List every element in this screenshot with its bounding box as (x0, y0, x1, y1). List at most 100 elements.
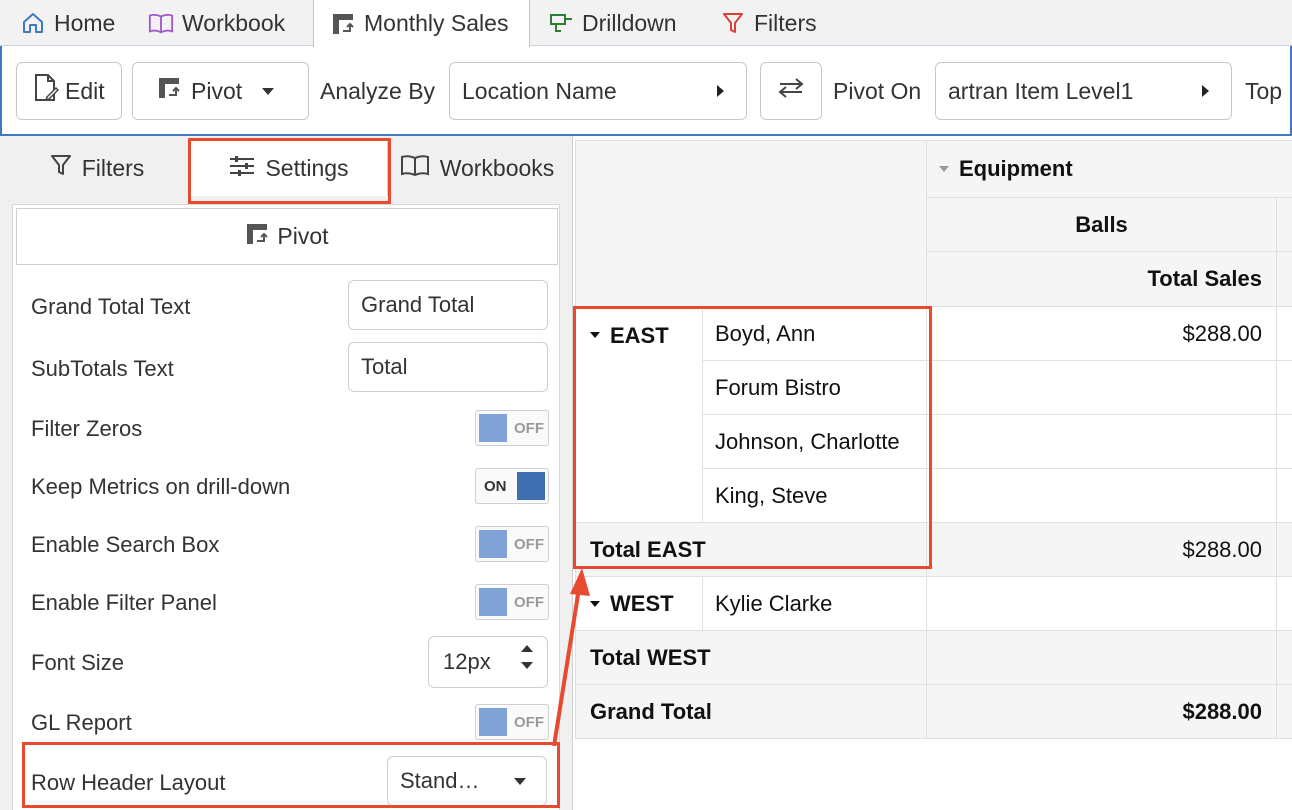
subtotal-value-cell[interactable] (927, 631, 1277, 685)
pivot-section-title: Pivot (277, 223, 329, 249)
measure-header: Total Sales (927, 252, 1277, 307)
subtotals-text-input[interactable]: Total (348, 342, 548, 392)
panel-tab-label: Workbooks (439, 154, 555, 181)
value-cell[interactable]: $288.00 (927, 307, 1277, 361)
keep-metrics-toggle[interactable]: ON (475, 468, 549, 504)
pivot-label: Pivot (191, 77, 243, 104)
pivot-dropdown-button[interactable]: Pivot (132, 62, 309, 120)
grand-total-text-value: Grand Total (361, 292, 475, 317)
row-member[interactable]: Kylie Clarke (703, 577, 927, 631)
grid-corner (575, 140, 927, 307)
drill-icon (548, 10, 574, 36)
annotation-arrow (552, 568, 590, 747)
swap-button[interactable] (760, 62, 822, 120)
value-cell[interactable] (927, 415, 1277, 469)
col-overflow (1277, 198, 1292, 252)
value-text: $288.00 (1182, 320, 1262, 346)
grand-total-text-input[interactable]: Grand Total (348, 280, 548, 330)
toolbar: Edit Pivot Analyze By Location Name Pivo… (0, 46, 1292, 136)
value-cell[interactable] (927, 469, 1277, 523)
analyze-by-select[interactable]: Location Name (449, 62, 747, 120)
analyze-by-value: Location Name (462, 77, 617, 104)
value-overflow (1277, 307, 1292, 361)
analyze-by-label: Analyze By (320, 77, 436, 104)
pivot-section-header[interactable]: Pivot (16, 208, 558, 265)
annotation-box-settings (188, 138, 391, 204)
font-size-label: Font Size (31, 650, 124, 675)
pivot-icon (245, 222, 269, 252)
font-size-value: 12px (443, 649, 491, 674)
measure-label: Total Sales (1147, 266, 1262, 291)
tab-drilldown[interactable]: Drilldown (540, 0, 700, 46)
value-text: $288.00 (1182, 698, 1262, 724)
pivot-on-label: Pivot On (833, 77, 922, 104)
caret-down-icon (262, 87, 275, 95)
edit-button[interactable]: Edit (16, 62, 122, 120)
row-group-label: WEST (610, 590, 674, 616)
enable-search-box-label: Enable Search Box (31, 532, 220, 557)
enable-search-box-toggle[interactable]: OFF (475, 526, 549, 562)
tab-workbook[interactable]: Workbook (140, 0, 312, 46)
tab-label: Monthly Sales (364, 10, 509, 36)
value-overflow (1277, 631, 1292, 685)
toggle-knob (479, 588, 507, 616)
col-group-header[interactable]: Equipment (927, 140, 1292, 198)
value-text: $288.00 (1182, 536, 1262, 562)
pivot-icon (330, 11, 356, 37)
pivot-on-value: artran Item Level1 (948, 77, 1134, 104)
subtotal-row-label: Total WEST (575, 631, 927, 685)
subtotals-text-value: Total (361, 354, 408, 379)
stepper-arrows[interactable] (521, 645, 533, 669)
col-sub-label: Balls (1075, 211, 1128, 237)
filter-zeros-toggle[interactable]: OFF (475, 410, 549, 446)
gl-report-toggle[interactable]: OFF (475, 704, 549, 740)
tab-label: Home (54, 9, 116, 36)
increment-icon[interactable] (521, 645, 533, 652)
enable-filter-panel-toggle[interactable]: OFF (475, 584, 549, 620)
edit-label: Edit (65, 77, 105, 104)
font-size-stepper[interactable]: 12px (428, 636, 548, 688)
subtotal-value-cell[interactable]: $288.00 (927, 523, 1277, 577)
col-overflow (1277, 252, 1292, 307)
decrement-icon[interactable] (521, 662, 533, 669)
panel-tab-workbooks[interactable]: Workbooks (394, 140, 560, 196)
row-member-label: Kylie Clarke (715, 590, 833, 616)
subtotals-text-label: SubTotals Text (31, 356, 174, 381)
swap-arrows-icon (776, 77, 806, 105)
value-cell[interactable] (927, 577, 1277, 631)
pivot-icon (157, 76, 181, 106)
value-overflow (1277, 469, 1292, 523)
book-icon (148, 10, 174, 36)
toggle-state: OFF (514, 419, 544, 437)
value-cell[interactable] (927, 361, 1277, 415)
gl-report-label: GL Report (31, 710, 132, 735)
keep-metrics-label: Keep Metrics on drill-down (31, 474, 291, 499)
collapse-caret-icon[interactable] (939, 166, 949, 172)
chevron-right-icon (1202, 85, 1209, 97)
home-icon (20, 10, 46, 36)
top-label: Top (1245, 77, 1283, 104)
grand-total-label: Grand Total (590, 698, 712, 724)
value-overflow (1277, 577, 1292, 631)
book-icon (400, 153, 430, 183)
panel-tab-filters[interactable]: Filters (12, 140, 182, 196)
col-sub-header[interactable]: Balls (927, 198, 1277, 252)
filter-zeros-label: Filter Zeros (31, 416, 143, 441)
filter-icon (50, 153, 72, 183)
grand-total-value-cell[interactable]: $288.00 (927, 685, 1277, 739)
panel-tab-label: Filters (81, 154, 145, 181)
annotation-box-east-rows (573, 306, 932, 569)
col-group-label: Equipment (959, 156, 1073, 181)
tab-home[interactable]: Home (12, 0, 134, 46)
toggle-knob (479, 708, 507, 736)
tab-monthly-sales[interactable]: Monthly Sales (313, 0, 530, 47)
tab-label: Workbook (182, 9, 286, 36)
subtotal-label: Total WEST (590, 644, 711, 670)
filter-icon (720, 10, 746, 36)
settings-panel: Pivot Grand Total Text Grand Total SubTo… (12, 204, 560, 810)
value-overflow (1277, 685, 1292, 739)
tab-filters[interactable]: Filters (712, 0, 832, 46)
grand-total-text-label: Grand Total Text (31, 294, 191, 319)
pivot-on-select[interactable]: artran Item Level1 (935, 62, 1232, 120)
edit-doc-icon (33, 73, 60, 109)
